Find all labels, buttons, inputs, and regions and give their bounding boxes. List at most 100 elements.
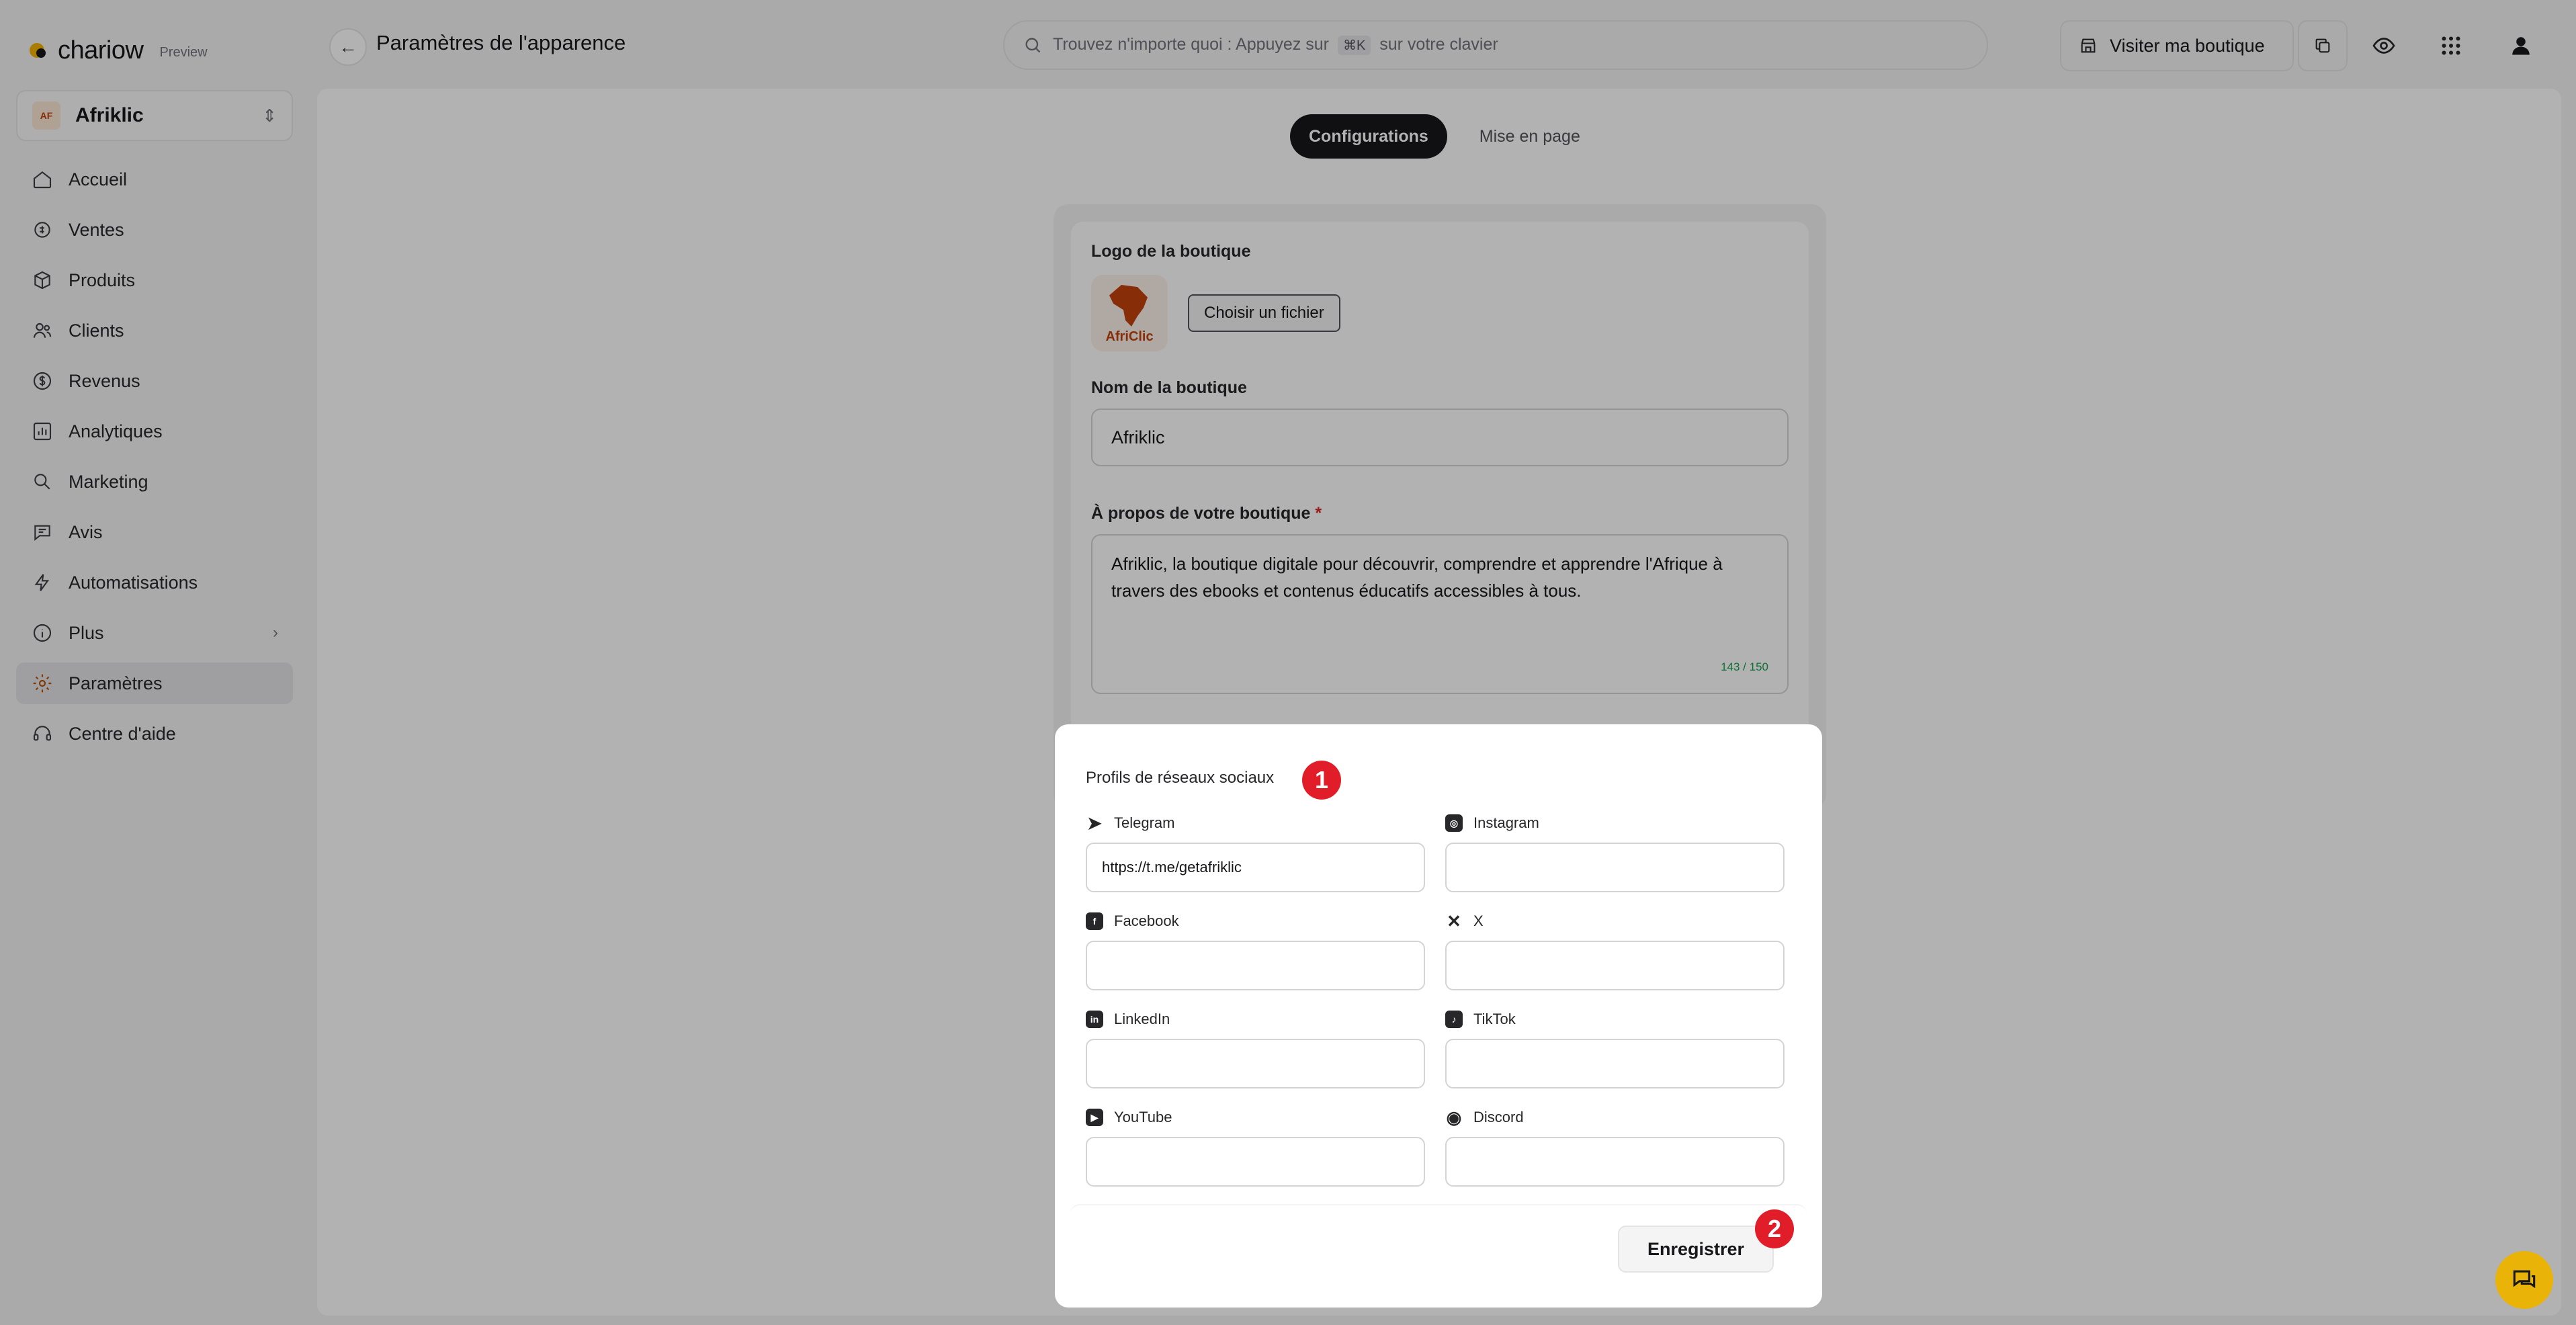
sidebar-item-label: Centre d'aide: [69, 723, 176, 744]
sidebar-item-label: Paramètres: [69, 673, 163, 693]
grid-icon: [2442, 36, 2460, 55]
top-header: ← Paramètres de l'apparence Trouvez n'im…: [309, 0, 2576, 89]
facebook-label-row: f Facebook: [1086, 911, 1425, 931]
youtube-input[interactable]: [1086, 1137, 1425, 1187]
user-menu-button[interactable]: [2495, 20, 2546, 71]
about-label-text: À propos de votre boutique: [1091, 504, 1311, 523]
facebook-icon: f: [1086, 912, 1103, 930]
discord-icon: ◉: [1446, 1107, 1462, 1127]
store-icon: [2081, 38, 2096, 53]
discord-label: Discord: [1473, 1109, 1524, 1125]
shop-name-label: Nom de la boutique: [1091, 378, 1247, 397]
sidebar-item-ventes[interactable]: Ventes: [16, 209, 293, 251]
eye-icon: [2372, 38, 2395, 54]
telegram-input[interactable]: https://t.me/getafriklic: [1086, 843, 1425, 892]
shop-name: Afriklic: [75, 104, 144, 126]
x-label: X: [1473, 912, 1484, 929]
sidebar-item-revenus[interactable]: Revenus: [16, 360, 293, 402]
linkedin-label-row: in LinkedIn: [1086, 1009, 1425, 1029]
tiktok-input[interactable]: [1445, 1039, 1785, 1088]
visit-shop-button[interactable]: Visiter ma boutique: [2060, 20, 2294, 71]
sidebar-nav: Accueil Ventes Produits Clients Revenus …: [16, 159, 293, 755]
linkedin-icon: in: [1086, 1011, 1103, 1028]
save-button[interactable]: Enregistrer: [1617, 1226, 1774, 1273]
social-profiles-spotlight: Profils de réseaux sociaux 1 ➤ Telegram …: [1055, 724, 1822, 1308]
search-input[interactable]: Trouvez n'importe quoi : Appuyez sur ⌘K …: [1003, 20, 1988, 70]
step-badge-1: 1: [1302, 761, 1341, 800]
instagram-input[interactable]: [1445, 843, 1785, 892]
shop-name-input[interactable]: Afriklic: [1091, 409, 1789, 466]
youtube-icon: ▶: [1086, 1109, 1103, 1126]
linkedin-label: LinkedIn: [1114, 1011, 1170, 1027]
search-icon: [1025, 38, 1041, 53]
config-card: Logo de la boutique AfriClic Choisir un …: [1071, 222, 1809, 792]
choose-file-button[interactable]: Choisir un fichier: [1188, 294, 1340, 332]
sidebar-item-label: Revenus: [69, 370, 140, 391]
copy-icon: [2315, 38, 2330, 53]
arrow-left-icon: ←: [339, 36, 357, 57]
sidebar-item-label: Avis: [69, 521, 103, 542]
sidebar-item-avis[interactable]: Avis: [16, 511, 293, 553]
africa-map-icon: [1109, 285, 1148, 327]
social-profiles-title: Profils de réseaux sociaux: [1086, 769, 1275, 787]
sidebar-item-parametres[interactable]: Paramètres: [16, 662, 293, 704]
apps-button[interactable]: [2425, 20, 2477, 71]
youtube-field: ▶ YouTube: [1086, 1107, 1425, 1187]
sidebar-item-plus[interactable]: Plus ›: [16, 612, 293, 654]
x-label-row: ✕ X: [1445, 911, 1785, 931]
tiktok-field: ♪ TikTok: [1445, 1009, 1785, 1088]
tab-mise-en-page[interactable]: Mise en page: [1461, 114, 1599, 159]
search-placeholder-prefix: Trouvez n'importe quoi : Appuyez sur: [1053, 35, 1329, 54]
sidebar-item-centre-aide[interactable]: Centre d'aide: [16, 713, 293, 755]
brand[interactable]: chariow Preview: [16, 27, 293, 74]
chart-icon: [31, 420, 54, 443]
instagram-label: Instagram: [1473, 814, 1539, 831]
required-marker: *: [1315, 504, 1322, 523]
chat-support-button[interactable]: [2495, 1251, 2553, 1309]
x-input[interactable]: [1445, 941, 1785, 990]
facebook-input[interactable]: [1086, 941, 1425, 990]
tab-configurations[interactable]: Configurations: [1290, 114, 1447, 159]
sidebar-item-label: Ventes: [69, 219, 124, 240]
discord-input[interactable]: [1445, 1137, 1785, 1187]
megaphone-icon: [31, 470, 54, 493]
brand-name: chariow: [58, 36, 144, 65]
sidebar-item-accueil[interactable]: Accueil: [16, 159, 293, 200]
sidebar-item-label: Plus: [69, 622, 104, 643]
social-fields-grid: ➤ Telegram https://t.me/getafriklic ◎ In…: [1086, 813, 1785, 1187]
page-title: Paramètres de l'apparence: [376, 31, 626, 54]
bolt-icon: [31, 571, 54, 594]
linkedin-input[interactable]: [1086, 1039, 1425, 1088]
sidebar-item-analytiques[interactable]: Analytiques: [16, 411, 293, 452]
headset-icon: [31, 722, 54, 745]
preview-button[interactable]: [2358, 20, 2409, 71]
social-profiles-card: Profils de réseaux sociaux 1 ➤ Telegram …: [1070, 742, 1807, 1196]
sidebar-item-marketing[interactable]: Marketing: [16, 461, 293, 503]
youtube-label-row: ▶ YouTube: [1086, 1107, 1425, 1127]
review-icon: [31, 521, 54, 544]
chariow-logo-icon: [28, 39, 51, 62]
sidebar-item-clients[interactable]: Clients: [16, 310, 293, 351]
search-shortcut: ⌘K: [1337, 36, 1371, 55]
telegram-label: Telegram: [1114, 814, 1175, 831]
sidebar-item-produits[interactable]: Produits: [16, 259, 293, 301]
telegram-label-row: ➤ Telegram: [1086, 813, 1425, 833]
instagram-label-row: ◎ Instagram: [1445, 813, 1785, 833]
discord-label-row: ◉ Discord: [1445, 1107, 1785, 1127]
shop-selector[interactable]: AF Afriklic ⇕: [16, 90, 293, 141]
logo-text: AfriClic: [1105, 329, 1154, 344]
brand-tag: Preview: [159, 44, 208, 60]
logo-row: AfriClic Choisir un fichier: [1091, 275, 1789, 351]
telegram-field: ➤ Telegram https://t.me/getafriklic: [1086, 813, 1425, 892]
sidebar-item-label: Automatisations: [69, 572, 198, 593]
x-icon: ✕: [1447, 910, 1461, 931]
back-button[interactable]: ←: [329, 28, 367, 66]
sidebar-item-automatisations[interactable]: Automatisations: [16, 562, 293, 603]
x-field: ✕ X: [1445, 911, 1785, 990]
about-textarea[interactable]: Afriklic, la boutique digitale pour déco…: [1091, 534, 1789, 694]
sidebar-item-label: Produits: [69, 269, 136, 290]
sidebar-item-label: Marketing: [69, 471, 148, 492]
facebook-label: Facebook: [1114, 912, 1179, 929]
copy-link-button[interactable]: [2298, 20, 2348, 71]
chevron-up-down-icon: ⇕: [262, 105, 277, 126]
